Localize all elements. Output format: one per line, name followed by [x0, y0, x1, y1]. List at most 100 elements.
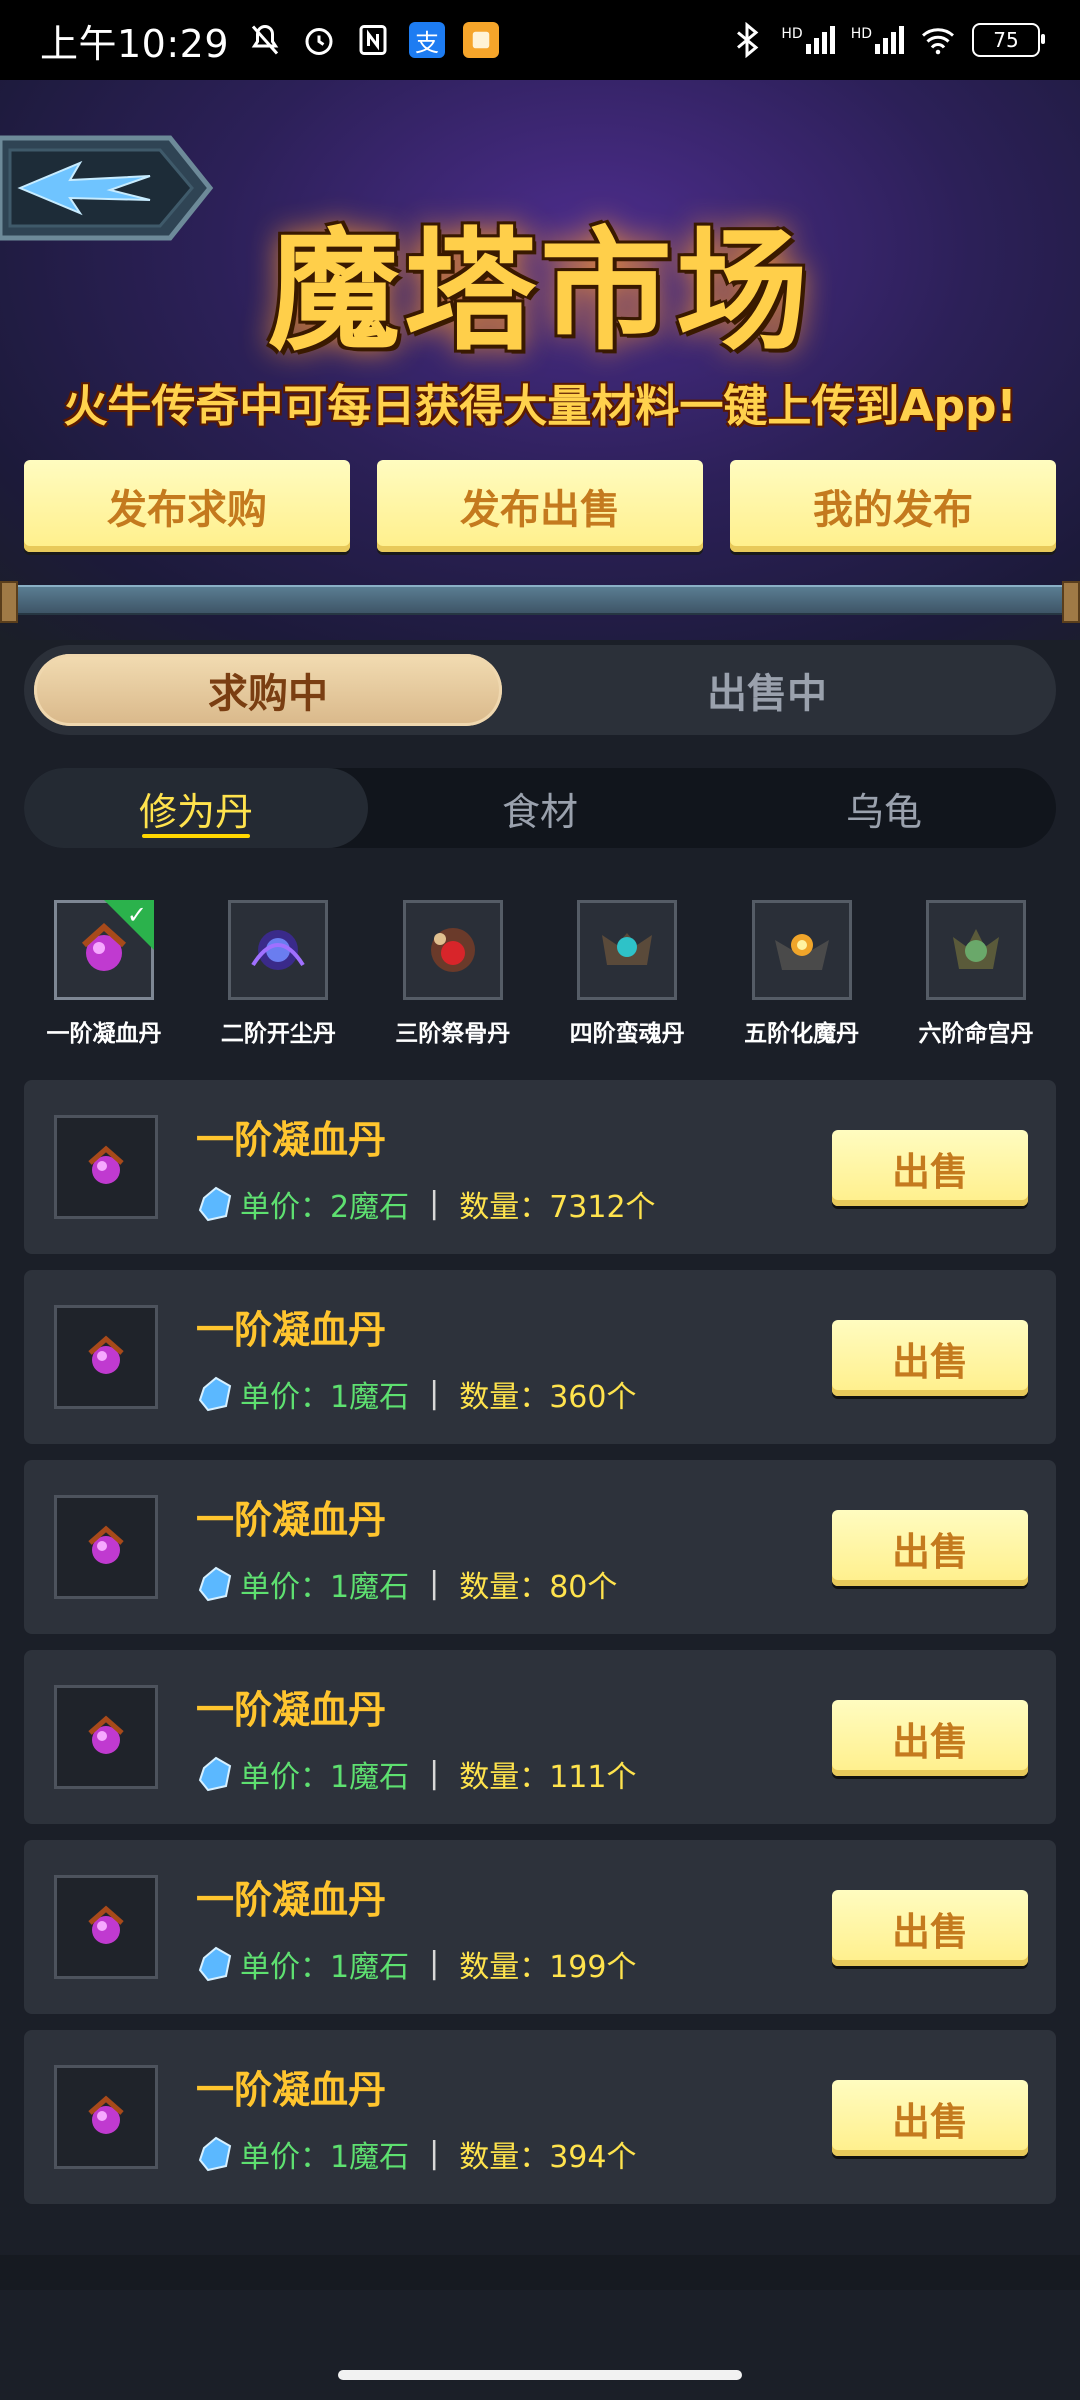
- item-option[interactable]: 六阶命宫丹: [896, 900, 1056, 1048]
- item-option[interactable]: 二阶开尘丹: [198, 900, 358, 1048]
- sell-button[interactable]: 出售: [832, 1510, 1028, 1586]
- pill-thumbnail: [54, 1875, 158, 1979]
- separator: |: [429, 2136, 440, 2171]
- header-banner: 魔塔市场 火牛传奇中可每日获得大量材料一键上传到App! 发布求购 发布出售 我…: [0, 80, 1080, 640]
- listing-list: 一阶凝血丹 单价： 2魔石 | 数量： 7312个 出售 一阶凝血丹 单价： 1…: [24, 1080, 1056, 2220]
- magic-stone-icon: [198, 1376, 232, 1411]
- separator: |: [429, 1756, 440, 1791]
- tab-cultivation-pill[interactable]: 修为丹: [24, 768, 368, 848]
- qty-value: 7312个: [549, 1189, 656, 1225]
- tab-label: 食材: [501, 789, 578, 834]
- pill-thumbnail: [54, 1685, 158, 1789]
- battery-level: 75: [993, 28, 1019, 52]
- home-gesture-bar[interactable]: [338, 2370, 742, 2380]
- bluetooth-icon: [737, 22, 759, 58]
- tab-label: 修为丹: [138, 789, 253, 834]
- signal-hd-icon: HD: [781, 26, 835, 54]
- magic-stone-icon: [198, 2136, 232, 2171]
- status-time: 上午10:29: [40, 21, 230, 66]
- status-bar: 上午10:29 支 HD HD 75: [0, 0, 1080, 80]
- qty-label: 数量：: [459, 1949, 550, 1985]
- pill-thumbnail: [54, 1115, 158, 1219]
- list-item: 一阶凝血丹 单价： 1魔石 | 数量： 199个 出售: [24, 1840, 1056, 2014]
- item-label: 四阶蛮魂丹: [569, 1021, 685, 1047]
- mode-segment: 求购中 出售中: [24, 645, 1056, 735]
- post-buy-button[interactable]: 发布求购: [24, 460, 350, 552]
- item-option[interactable]: 三阶祭骨丹: [373, 900, 533, 1048]
- pill-icon: [228, 900, 329, 1000]
- sell-button[interactable]: 出售: [832, 1130, 1028, 1206]
- tab-label: 乌龟: [845, 789, 922, 834]
- qty-label: 数量：: [459, 2139, 550, 2175]
- tab-buying[interactable]: 求购中: [34, 654, 502, 726]
- item-name: 一阶凝血丹: [196, 1117, 387, 1162]
- tab-turtle[interactable]: 乌龟: [712, 768, 1056, 848]
- pill-icon: [402, 900, 503, 1000]
- pill-icon: [925, 900, 1026, 1000]
- pill-thumbnail: [54, 2065, 158, 2169]
- list-item: 一阶凝血丹 单价： 2魔石 | 数量： 7312个 出售: [24, 1080, 1056, 1254]
- top-actions: 发布求购 发布出售 我的发布: [24, 460, 1056, 552]
- item-label: 六阶命宫丹: [918, 1021, 1034, 1047]
- qty-value: 199个: [549, 1949, 637, 1985]
- item-name: 一阶凝血丹: [196, 1307, 387, 1352]
- price-value: 2魔石: [330, 1189, 410, 1225]
- price-value: 1魔石: [330, 1379, 410, 1415]
- signal-hd-icon: HD: [851, 26, 904, 54]
- pill-icon: [577, 900, 678, 1000]
- item-option[interactable]: ✓ 一阶凝血丹: [24, 900, 184, 1048]
- alipay-icon: 支: [409, 22, 446, 58]
- magic-stone-icon: [198, 1186, 232, 1221]
- item-label: 五阶化魔丹: [744, 1021, 860, 1047]
- item-label: 二阶开尘丹: [220, 1021, 336, 1047]
- item-name: 一阶凝血丹: [196, 2067, 387, 2112]
- qty-label: 数量：: [459, 1379, 550, 1415]
- item-option[interactable]: 五阶化魔丹: [722, 900, 882, 1048]
- qty-value: 111个: [549, 1759, 637, 1795]
- separator: |: [429, 1186, 440, 1221]
- price-label: 单价：: [240, 1569, 330, 1605]
- list-item: 一阶凝血丹 单价： 1魔石 | 数量： 360个 出售: [24, 1270, 1056, 1444]
- price-label: 单价：: [240, 1759, 330, 1795]
- tab-selling[interactable]: 出售中: [502, 654, 1032, 726]
- sell-button[interactable]: 出售: [832, 1890, 1028, 1966]
- item-option[interactable]: 四阶蛮魂丹: [547, 900, 707, 1048]
- qty-label: 数量：: [459, 1569, 550, 1605]
- separator: |: [429, 1376, 440, 1411]
- item-name: 一阶凝血丹: [196, 1877, 387, 1922]
- qty-label: 数量：: [459, 1759, 550, 1795]
- item-selector: ✓ 一阶凝血丹 二阶开尘丹 三阶祭骨丹 四阶蛮魂丹 五阶化魔丹 六阶命宫丹: [24, 900, 1056, 1048]
- post-sell-button[interactable]: 发布出售: [377, 460, 703, 552]
- separator: |: [429, 1946, 440, 1981]
- pill-icon: ✓: [54, 900, 154, 1000]
- sell-button[interactable]: 出售: [832, 1700, 1028, 1776]
- hd-label: HD: [781, 26, 803, 42]
- magic-stone-icon: [198, 1946, 232, 1981]
- active-underline: [142, 834, 250, 838]
- bell-off-icon: [251, 24, 279, 55]
- qty-value: 80个: [549, 1569, 618, 1605]
- price-value: 1魔石: [330, 1949, 410, 1985]
- battery-icon: 75: [972, 23, 1045, 57]
- price-value: 1魔石: [330, 1759, 410, 1795]
- wifi-icon: [922, 28, 954, 55]
- system-nav-bar: [0, 2290, 1080, 2400]
- price-label: 单价：: [240, 2139, 330, 2175]
- sell-button[interactable]: 出售: [832, 2080, 1028, 2156]
- hd-label: HD: [850, 26, 872, 42]
- qty-value: 394个: [549, 2139, 637, 2175]
- item-name: 一阶凝血丹: [196, 1687, 387, 1732]
- qty-label: 数量：: [459, 1189, 550, 1225]
- sell-button[interactable]: 出售: [832, 1320, 1028, 1396]
- magic-stone-icon: [198, 1756, 232, 1791]
- pill-thumbnail: [54, 1305, 158, 1409]
- item-label: 三阶祭骨丹: [395, 1021, 511, 1047]
- my-posts-button[interactable]: 我的发布: [730, 460, 1056, 552]
- price-value: 1魔石: [330, 2139, 410, 2175]
- category-tabs: 修为丹 食材 乌龟: [24, 768, 1056, 848]
- price-label: 单价：: [240, 1379, 330, 1415]
- qty-value: 360个: [549, 1379, 637, 1415]
- alarm-icon: [305, 28, 333, 55]
- pill-icon: [751, 900, 852, 1000]
- tab-ingredients[interactable]: 食材: [368, 768, 712, 848]
